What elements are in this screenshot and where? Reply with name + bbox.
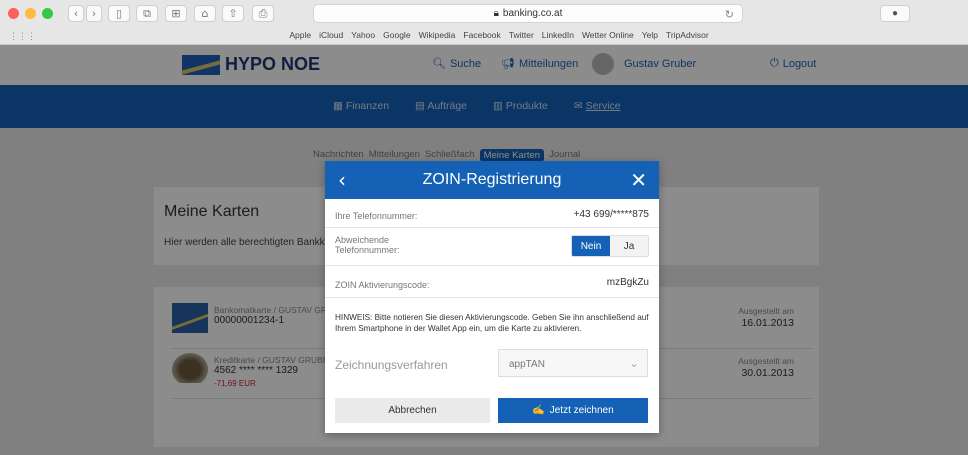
phone-value: +43 699/*****875: [573, 209, 649, 220]
share-icon[interactable]: ⇧: [222, 5, 244, 22]
forward-icon[interactable]: ›: [86, 5, 102, 22]
procedure-select[interactable]: appTAN ⌄: [498, 349, 648, 377]
hint-line-2: Ihrem Smartphone in der Wallet App ein, …: [335, 324, 582, 333]
alt-phone-label-2: Telefonnummer:: [335, 245, 400, 255]
grid-icon[interactable]: ⊞: [165, 5, 187, 22]
close-window-button[interactable]: [8, 8, 19, 19]
print-icon[interactable]: ⎙: [252, 5, 274, 22]
bookmark-facebook[interactable]: Facebook: [463, 30, 500, 44]
alt-phone-label: Abweichende: [335, 235, 390, 245]
procedure-label: Zeichnungsverfahren: [335, 358, 448, 372]
bookmark-wikipedia[interactable]: Wikipedia: [419, 30, 456, 44]
activation-code-row: ZOIN Aktivierungscode: mzBgkZu: [325, 266, 659, 298]
tabs-icon[interactable]: ⧉: [136, 5, 158, 22]
sign-now-button[interactable]: ✍ Jetzt zeichnen: [498, 398, 648, 423]
dialog-header: ‹ ZOIN-Registrierung ✕: [325, 161, 659, 199]
sidebar-icon[interactable]: ▯: [108, 5, 130, 22]
bookmark-twitter[interactable]: Twitter: [509, 30, 534, 44]
url-text: banking.co.at: [502, 8, 563, 19]
bookmarks-bar: Apple iCloud Yahoo Google Wikipedia Face…: [0, 30, 968, 44]
back-icon[interactable]: ‹: [68, 5, 84, 22]
hint-text: HINWEIS: Bitte notieren Sie diesen Aktiv…: [335, 312, 653, 334]
zoom-window-button[interactable]: [42, 8, 53, 19]
no-option[interactable]: Nein: [572, 236, 610, 256]
zoin-registration-dialog: ‹ ZOIN-Registrierung ✕ Ihre Telefonnumme…: [325, 161, 659, 433]
chevron-down-icon: ⌄: [628, 356, 639, 370]
alt-phone-row: Abweichende Telefonnummer: Nein Ja: [325, 228, 659, 266]
address-bar[interactable]: 🔒︎ banking.co.at ↻: [313, 4, 743, 23]
home-icon[interactable]: ⌂: [194, 5, 216, 22]
dialog-title: ZOIN-Registrierung: [422, 171, 562, 188]
bookmark-yelp[interactable]: Yelp: [642, 30, 658, 44]
phone-label: Ihre Telefonnummer:: [335, 211, 418, 221]
phone-row: Ihre Telefonnummer: +43 699/*****875: [325, 199, 659, 228]
activation-code-value: mzBgkZu: [606, 277, 649, 288]
bookmark-tripadvisor[interactable]: TripAdvisor: [666, 30, 709, 44]
signature-icon: ✍: [532, 405, 545, 416]
close-icon[interactable]: ✕: [630, 168, 647, 192]
lock-icon: 🔒︎: [493, 8, 499, 19]
bookmark-yahoo[interactable]: Yahoo: [351, 30, 375, 44]
extension-icon[interactable]: ●: [880, 5, 910, 22]
reload-icon[interactable]: ↻: [725, 8, 734, 21]
cancel-button[interactable]: Abbrechen: [335, 398, 490, 423]
bookmark-apple[interactable]: Apple: [289, 30, 311, 44]
bookmark-google[interactable]: Google: [383, 30, 410, 44]
bookmark-wetter-online[interactable]: Wetter Online: [582, 30, 634, 44]
activation-code-label: ZOIN Aktivierungscode:: [335, 280, 430, 290]
hint-line-1: HINWEIS: Bitte notieren Sie diesen Aktiv…: [335, 313, 649, 322]
bookmark-icloud[interactable]: iCloud: [319, 30, 343, 44]
sign-now-label: Jetzt zeichnen: [549, 405, 614, 416]
bookmark-linkedin[interactable]: LinkedIn: [542, 30, 574, 44]
browser-toolbar: ‹ › ▯ ⧉ ⊞ ⌂ ⇧ ⎙ 🔒︎ banking.co.at ↻ ● ⋮⋮⋮…: [0, 0, 968, 45]
window-controls: [8, 8, 53, 19]
yes-option[interactable]: Ja: [610, 236, 648, 256]
minimize-window-button[interactable]: [25, 8, 36, 19]
procedure-value: appTAN: [509, 359, 545, 370]
alt-phone-toggle: Nein Ja: [571, 235, 649, 257]
